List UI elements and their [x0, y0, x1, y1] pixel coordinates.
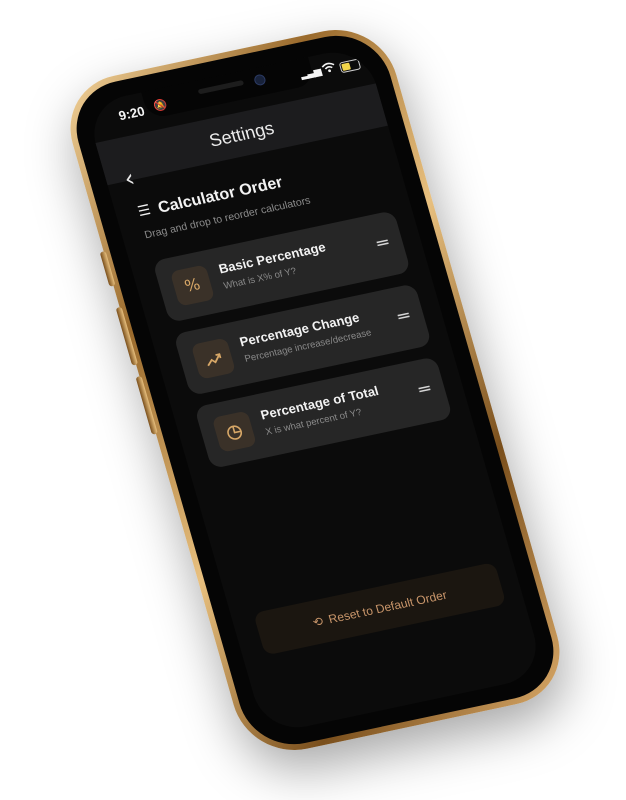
battery-level: [341, 62, 351, 71]
drag-handle-icon[interactable]: ═: [375, 232, 391, 254]
trend-up-icon: [190, 337, 237, 380]
drag-handle-icon[interactable]: ═: [396, 305, 412, 327]
history-icon: ⟲: [311, 614, 325, 630]
phone-screen: 9:20 🔕 ▂▃▅ Settings ‹ ☰ Calculator Order…: [84, 44, 546, 736]
phone-device: 9:20 🔕 ▂▃▅ Settings ‹ ☰ Calculator Order…: [56, 19, 574, 761]
wifi-icon: [320, 61, 338, 77]
cellular-signal-icon: ▂▃▅: [299, 65, 322, 81]
stage: 9:20 🔕 ▂▃▅ Settings ‹ ☰ Calculator Order…: [0, 0, 626, 800]
drag-handle-icon[interactable]: ═: [417, 378, 433, 400]
battery-icon: [338, 58, 362, 74]
status-time: 9:20: [116, 103, 147, 124]
pie-chart-icon: [211, 410, 257, 453]
bell-slash-icon: 🔕: [152, 98, 169, 113]
percent-icon: %: [169, 264, 216, 307]
reset-button-label: Reset to Default Order: [326, 587, 449, 627]
reset-default-order-button[interactable]: ⟲ Reset to Default Order: [253, 561, 507, 656]
list-lines-icon: ☰: [135, 201, 153, 220]
